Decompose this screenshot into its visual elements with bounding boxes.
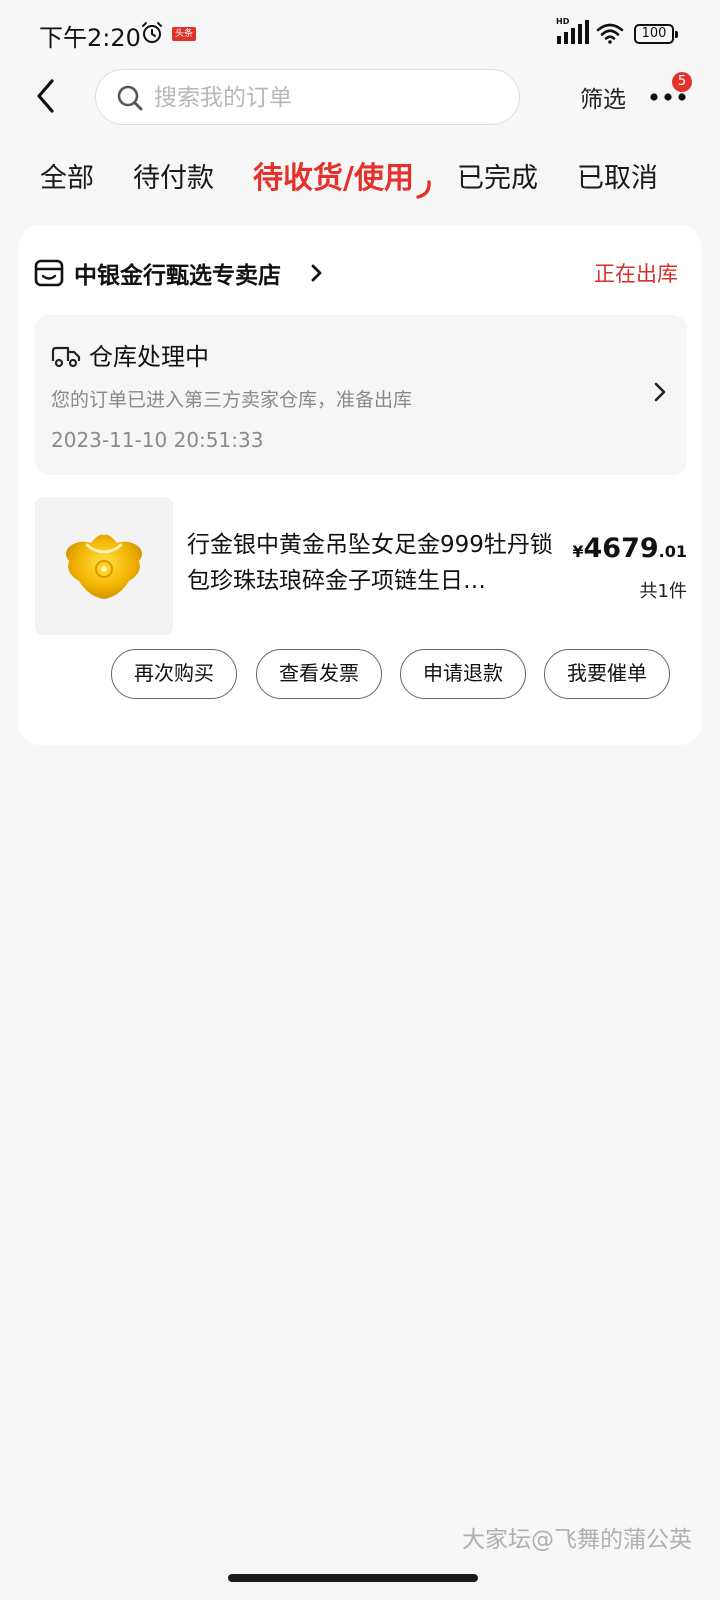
- store-icon: [34, 259, 64, 287]
- order-card: 中银金行甄选专卖店 正在出库 仓库处理中 您的订单已进入第三方卖家仓库，准备出库…: [18, 225, 702, 745]
- logistics-description: 您的订单已进入第三方卖家仓库，准备出库: [51, 389, 413, 411]
- gold-pendant-image: [66, 534, 142, 599]
- product-price: ¥4679.01: [572, 533, 687, 564]
- tab-cancelled[interactable]: 已取消: [577, 156, 658, 195]
- search-box[interactable]: [95, 69, 520, 125]
- product-title: 行金银中黄金吊坠女足金999牡丹锁包珍珠珐琅碎金子项链生日…: [187, 532, 553, 594]
- price-integer: 4679: [583, 533, 659, 564]
- buy-again-button[interactable]: 再次购买: [111, 649, 237, 699]
- active-tab-indicator: [416, 180, 431, 199]
- wifi-icon: [596, 23, 624, 44]
- tab-pending-payment[interactable]: 待付款: [133, 156, 214, 195]
- search-input[interactable]: [154, 80, 504, 116]
- request-refund-button[interactable]: 申请退款: [400, 649, 526, 699]
- more-icon: [650, 93, 686, 101]
- battery-indicator: 100: [634, 24, 678, 44]
- logistics-panel[interactable]: 仓库处理中 您的订单已进入第三方卖家仓库，准备出库 2023-11-10 20:…: [35, 315, 687, 475]
- tab-completed[interactable]: 已完成: [457, 156, 538, 195]
- store-row: 中银金行甄选专卖店 正在出库: [34, 255, 694, 291]
- tab-all[interactable]: 全部: [40, 156, 94, 195]
- logistics-title: 仓库处理中: [89, 343, 209, 371]
- news-app-badge: 头条: [172, 27, 196, 41]
- orders-page: 下午2:20 头条 HD 100 搜索我的订单 筛选 5 全部 待付款 待收货/…: [0, 0, 720, 1600]
- price-decimal: .01: [658, 542, 687, 561]
- truck-icon: [51, 346, 81, 368]
- status-time: 下午2:20: [39, 24, 141, 52]
- signal-icon: [557, 20, 589, 44]
- product-row[interactable]: 行金银中黄金吊坠女足金999牡丹锁包珍珠珐琅碎金子项链生日… ¥4679.01 …: [35, 497, 687, 637]
- tab-pending-receipt[interactable]: 待收货/使用: [253, 153, 414, 197]
- product-quantity: 共1件: [639, 581, 687, 602]
- price-currency: ¥: [572, 542, 584, 561]
- urge-shipment-button[interactable]: 我要催单: [544, 649, 670, 699]
- search-icon: [117, 85, 143, 111]
- chevron-right-icon: [311, 264, 322, 282]
- filter-button[interactable]: 筛选: [580, 80, 626, 114]
- home-indicator[interactable]: [228, 1574, 478, 1582]
- store-name[interactable]: 中银金行甄选专卖店: [74, 256, 281, 290]
- notification-badge: 5: [672, 72, 692, 92]
- watermark: 大家坛@飞舞的蒲公英: [462, 1527, 692, 1553]
- product-thumbnail: [35, 497, 173, 635]
- logistics-time: 2023-11-10 20:51:33: [51, 428, 264, 452]
- status-bar: 下午2:20 头条 HD 100: [0, 0, 720, 62]
- chevron-right-icon: [654, 382, 666, 402]
- order-actions: 再次购买 查看发票 申请退款 我要催单: [18, 649, 702, 699]
- order-status: 正在出库: [594, 262, 678, 286]
- order-tabs: 全部 待付款 待收货/使用 已完成 已取消: [0, 148, 720, 204]
- view-invoice-button[interactable]: 查看发票: [256, 649, 382, 699]
- alarm-icon: [142, 22, 162, 43]
- back-button[interactable]: [28, 73, 68, 119]
